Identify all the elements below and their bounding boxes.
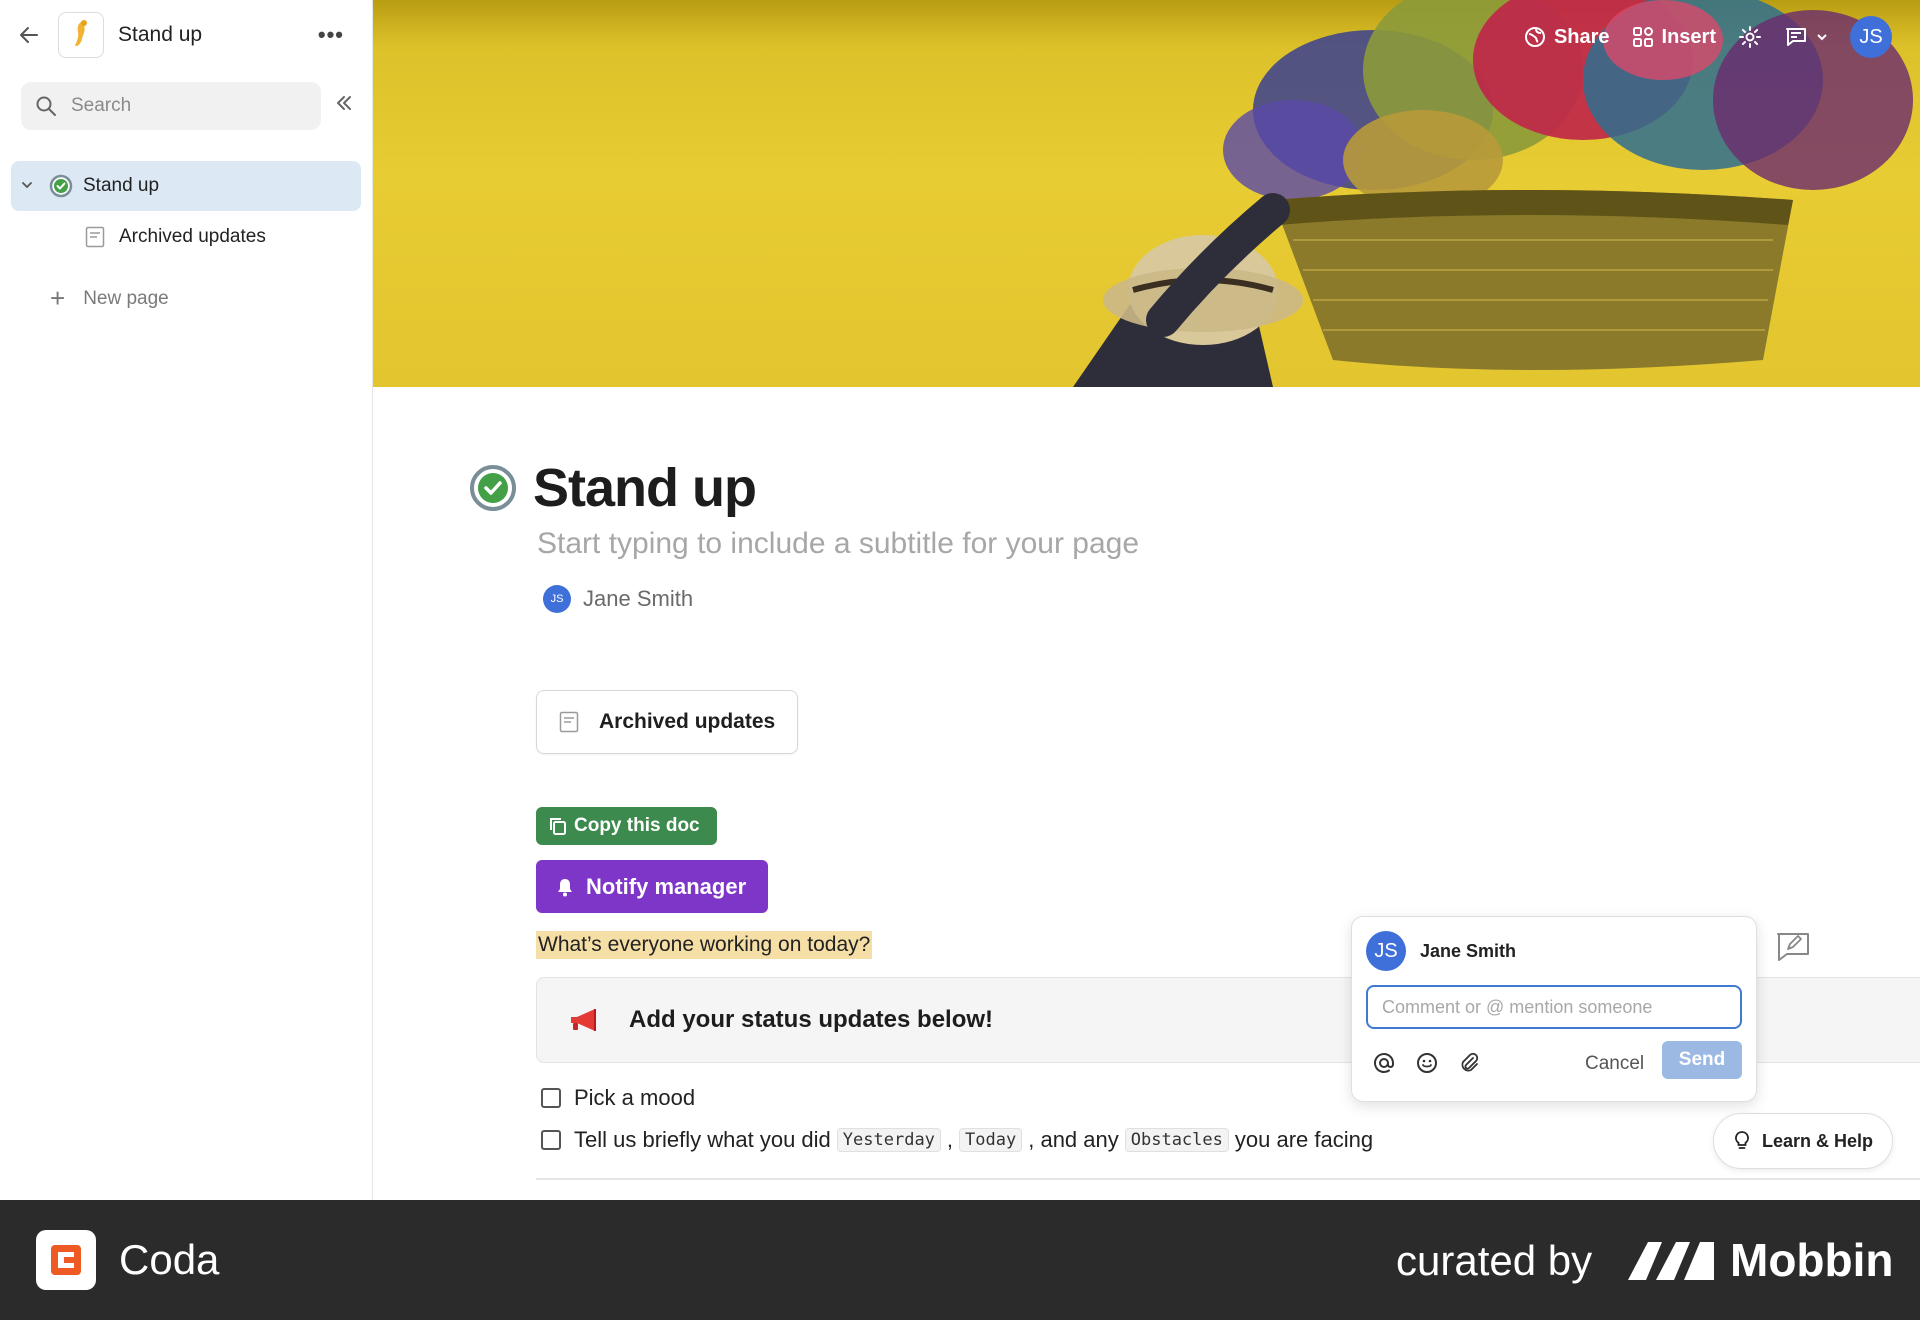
person-with-hat: [1073, 193, 1303, 387]
share-button[interactable]: Share: [1524, 26, 1610, 49]
search-placeholder: Search: [71, 95, 132, 116]
gear-icon: [1739, 26, 1761, 48]
lightbulb-icon: [1735, 1131, 1749, 1149]
notify-manager-label: Notify manager: [586, 873, 747, 899]
checklist-text: you are facing: [1234, 1127, 1374, 1152]
callout-text: Add your status updates below!: [629, 1006, 994, 1033]
globe-icon: [1524, 27, 1545, 47]
emoji-icon[interactable]: [1416, 1052, 1438, 1074]
checklist-item: Tell us briefly what you did Yesterday ,…: [541, 1127, 1373, 1153]
divider: [536, 1178, 1920, 1180]
comment-cancel-button[interactable]: Cancel: [1577, 1047, 1652, 1081]
learn-help-label: Learn & Help: [1762, 1130, 1874, 1151]
page-title[interactable]: Stand up: [533, 457, 757, 519]
author-byline: JS Jane Smith: [543, 585, 693, 613]
top-toolbar: Share Insert JS: [1524, 16, 1892, 58]
check-circle-icon: [49, 174, 73, 198]
cover-image: Share Insert JS: [373, 0, 1920, 387]
inline-code: Yesterday: [836, 1128, 941, 1152]
app-name: Coda: [119, 1236, 220, 1283]
author-avatar: JS: [543, 585, 571, 613]
page-subtitle[interactable]: Start typing to include a subtitle for y…: [537, 527, 1139, 561]
more-options-icon[interactable]: •••: [318, 22, 344, 48]
new-page-label: New page: [83, 287, 169, 309]
sidebar-item-label: Archived updates: [119, 226, 266, 247]
commenter-name: Jane Smith: [1420, 940, 1517, 961]
separator-text: ,: [946, 1127, 954, 1152]
footer-banner: Coda curated by Mobbin: [0, 1200, 1920, 1320]
settings-button[interactable]: [1738, 25, 1762, 49]
checkbox[interactable]: [541, 1130, 561, 1150]
attachment-icon[interactable]: [1458, 1052, 1480, 1074]
comment-icon: [1786, 28, 1806, 46]
add-comment-icon[interactable]: [1775, 931, 1811, 968]
insert-button[interactable]: Insert: [1632, 26, 1716, 49]
sidebar-header: Stand up •••: [14, 12, 358, 58]
sidebar-item-label: Stand up: [83, 175, 160, 196]
title-row: Stand up: [469, 457, 757, 519]
inline-code: Obstacles: [1124, 1128, 1229, 1152]
inline-code: Today: [959, 1128, 1023, 1152]
sidebar-item-stand-up[interactable]: Stand up: [11, 161, 361, 211]
checkbox[interactable]: [541, 1088, 561, 1108]
copy-doc-label: Copy this doc: [574, 815, 700, 836]
megaphone-icon: [569, 1007, 603, 1033]
page-status-icon[interactable]: [469, 464, 517, 512]
chevron-down-icon[interactable]: [21, 179, 39, 194]
comment-input[interactable]: [1366, 985, 1742, 1029]
sidebar-item-archived-updates[interactable]: Archived updates: [11, 212, 361, 262]
curated-by-text: curated by: [1396, 1237, 1593, 1284]
author-name: Jane Smith: [583, 586, 694, 611]
highlighted-question[interactable]: What’s everyone working on today?: [536, 931, 873, 959]
copy-doc-button[interactable]: Copy this doc: [536, 807, 717, 845]
learn-help-button[interactable]: Learn & Help: [1713, 1113, 1893, 1169]
archived-updates-card[interactable]: Archived updates: [536, 690, 798, 754]
comment-tools: [1372, 1051, 1480, 1075]
card-label: Archived updates: [599, 710, 776, 733]
checklist-text: Pick a mood: [574, 1085, 696, 1110]
doc-name: Stand up: [118, 23, 203, 46]
plus-icon: +: [50, 283, 66, 313]
checklist-text: , and any: [1028, 1127, 1119, 1152]
brand-name: Mobbin: [1730, 1234, 1894, 1286]
sidebar-search[interactable]: Search: [21, 82, 321, 130]
comment-popup: JS Jane Smith Cancel Send: [1351, 916, 1757, 1102]
sidebar: Stand up ••• Search Stand up Archived up…: [0, 0, 373, 1200]
notify-manager-button[interactable]: Notify manager: [536, 860, 769, 913]
share-label: Share: [1553, 25, 1610, 48]
checklist-text: Tell us briefly what you did: [574, 1127, 831, 1152]
comments-menu-button[interactable]: [1784, 25, 1828, 49]
mention-icon[interactable]: [1372, 1051, 1396, 1075]
back-arrow-icon[interactable]: [14, 20, 44, 50]
collapse-sidebar-icon[interactable]: [334, 92, 354, 120]
insert-label: Insert: [1661, 25, 1716, 48]
commenter-avatar: JS: [1366, 931, 1406, 971]
checklist-item: Pick a mood: [541, 1085, 695, 1111]
grid-icon: [1632, 27, 1653, 47]
bell-icon: [558, 878, 572, 896]
page-icon: [85, 226, 105, 248]
coda-logo-icon: [36, 1230, 96, 1290]
doc-logo-icon[interactable]: [58, 12, 104, 58]
comment-send-button[interactable]: Send: [1662, 1041, 1742, 1079]
new-page-button[interactable]: + New page: [50, 283, 169, 314]
search-icon: [36, 96, 56, 116]
chevron-down-icon: [1817, 34, 1827, 41]
comment-header: JS Jane Smith: [1366, 931, 1516, 971]
copy-icon: [550, 818, 566, 835]
basket: [1273, 190, 1793, 370]
page-icon: [559, 711, 579, 733]
user-avatar[interactable]: JS: [1850, 16, 1892, 58]
mobbin-logo-icon: [1626, 1238, 1716, 1287]
